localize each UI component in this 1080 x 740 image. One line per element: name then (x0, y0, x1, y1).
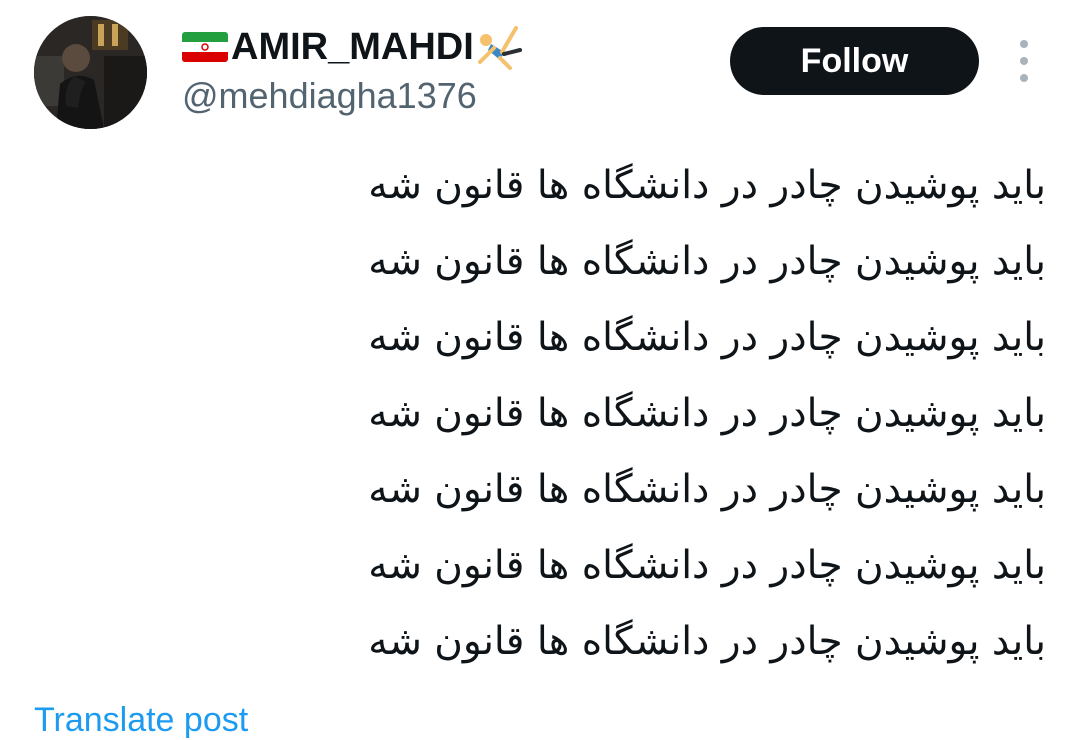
more-vertical-icon-dot (1020, 74, 1028, 82)
tweet-text-line: باید پوشیدن چادر در دانشگاه ها قانون شه (368, 619, 1046, 664)
follow-button[interactable]: Follow (730, 27, 979, 95)
tweet-text-line: باید پوشیدن چادر در دانشگاه ها قانون شه (368, 467, 1046, 512)
avatar[interactable] (34, 16, 147, 129)
author-display-name[interactable]: AMIR_MAHDI (231, 26, 474, 69)
tweet-text-line: باید پوشیدن چادر در دانشگاه ها قانون شه (368, 391, 1046, 436)
more-vertical-icon (1020, 40, 1028, 48)
tweet-text: باید پوشیدن چادر در دانشگاه ها قانون شه … (250, 148, 1046, 680)
translate-post-link[interactable]: Translate post (34, 700, 248, 740)
person-cartwheeling-icon (477, 26, 522, 70)
more-vertical-icon-dot (1020, 57, 1028, 65)
tweet-text-line: باید پوشیدن چادر در دانشگاه ها قانون شه (368, 315, 1046, 360)
tweet-text-line: باید پوشیدن چادر در دانشگاه ها قانون شه (368, 543, 1046, 588)
author-display-name-row[interactable]: AMIR_MAHDI (182, 22, 524, 72)
author-handle[interactable]: @mehdiagha1376 (182, 75, 477, 117)
tweet-text-line: باید پوشیدن چادر در دانشگاه ها قانون شه (368, 163, 1046, 208)
tweet-text-line: باید پوشیدن چادر در دانشگاه ها قانون شه (368, 239, 1046, 284)
tweet-card: AMIR_MAHDI @mehdiagha1376 Follow باید پو… (0, 0, 1080, 739)
more-options-button[interactable] (1006, 40, 1042, 82)
avatar-photo (34, 16, 147, 129)
iran-flag-icon (182, 32, 228, 62)
